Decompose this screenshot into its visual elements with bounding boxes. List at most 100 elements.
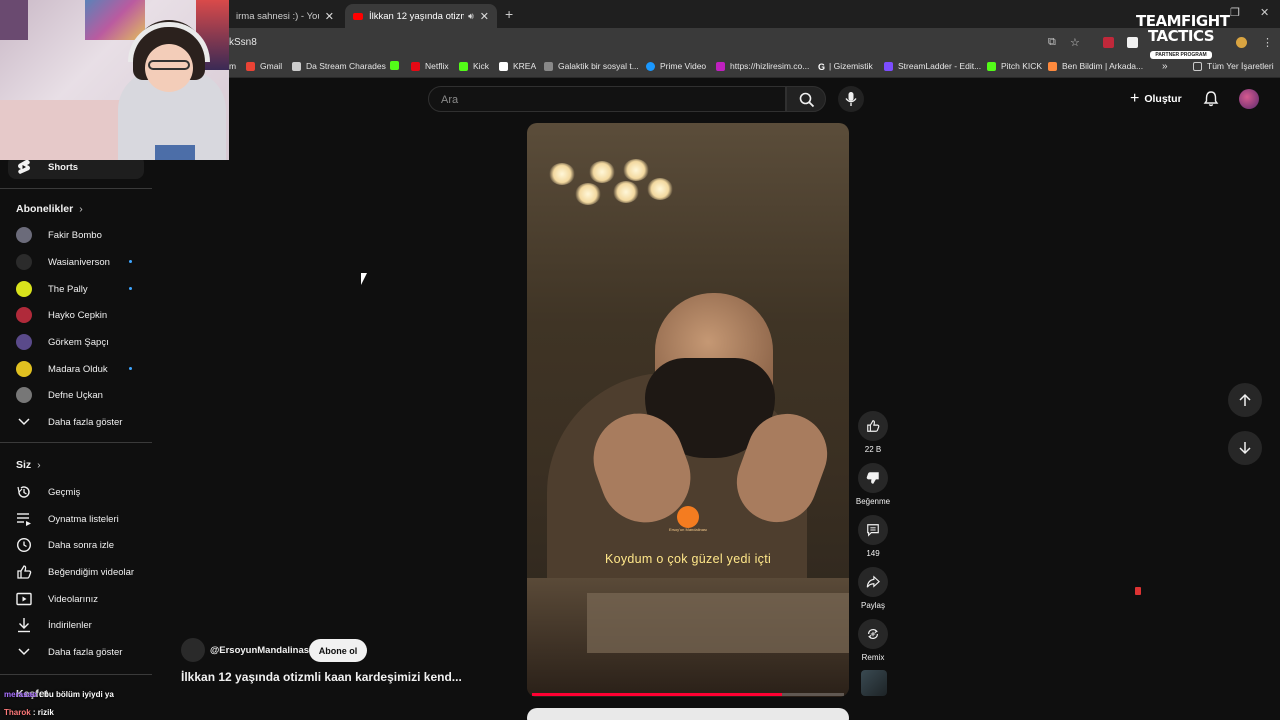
new-content-dot <box>129 287 132 290</box>
sidebar-item-label: Beğendiğim videolar <box>48 566 135 578</box>
show-more-label: Daha fazla göster <box>48 416 123 428</box>
sidebar-item-subscription[interactable]: Defne Uçkan <box>16 387 146 403</box>
bookmark-favicon-icon <box>716 61 725 71</box>
bookmark-label: Gmail <box>260 61 283 71</box>
video-progress-bar[interactable] <box>532 693 844 696</box>
tab-title: İlkkan 12 yaşında otizmli kaa <box>369 10 464 22</box>
sidebar-item-your-videos[interactable]: Videolarınız <box>16 591 146 607</box>
new-content-dot <box>129 260 132 263</box>
profile-icon[interactable] <box>1236 37 1247 48</box>
short-video-player[interactable]: Ersoy'un Mandalinası Koydum o çok güzel … <box>527 123 849 697</box>
sidebar-item-downloads[interactable]: İndirilenler <box>16 617 146 633</box>
channel-avatar[interactable] <box>181 638 205 662</box>
bookmark-item[interactable]: G | Gizemistik <box>818 61 873 72</box>
next-short-button[interactable] <box>1228 431 1262 465</box>
share-button[interactable]: Paylaş <box>857 567 889 610</box>
browser-tab[interactable]: irma sahnesi :) - YouTube ✕ <box>228 4 342 28</box>
chevron-right-icon: › <box>37 459 41 471</box>
extension-icon[interactable] <box>1103 37 1114 48</box>
sidebar-item-label: Shorts <box>48 161 79 173</box>
restore-window-icon[interactable]: ❐ <box>1230 6 1240 19</box>
channel-name: Wasianiverson <box>48 256 110 268</box>
chandelier-light <box>623 159 649 181</box>
sidebar-item-shorts-row[interactable]: Shorts <box>16 159 146 175</box>
sidebar-item-subscription[interactable]: Madara Olduk <box>16 361 146 377</box>
account-avatar[interactable] <box>1239 89 1259 109</box>
chat-text: bu bölüm iyiydi ya <box>44 690 114 699</box>
create-label: Oluştur <box>1144 93 1182 105</box>
subscriptions-heading[interactable]: Abonelikler › <box>16 203 83 215</box>
netflix-icon <box>411 61 420 71</box>
bookmark-label: Netflix <box>425 61 449 71</box>
show-more-subscriptions[interactable]: Daha fazla göster <box>16 414 146 430</box>
bookmark-item[interactable]: StreamLadder - Edit... <box>884 61 981 71</box>
bookmark-item[interactable]: Pitch KICK <box>987 61 1042 71</box>
sound-thumbnail[interactable] <box>861 670 887 696</box>
url-field[interactable]: kSsn8 <box>229 37 257 48</box>
bookmark-star-icon[interactable]: ☆ <box>1070 36 1080 49</box>
subscribe-button[interactable]: Abone ol <box>309 639 367 662</box>
chandelier-light <box>575 183 601 205</box>
dislike-button[interactable]: Beğenme <box>856 463 890 506</box>
share-label: Paylaş <box>860 601 885 610</box>
notifications-bell-icon[interactable] <box>1202 90 1220 108</box>
chandelier-light <box>549 163 575 185</box>
sidebar-item-history[interactable]: Geçmiş <box>16 484 146 500</box>
bookmark-item[interactable]: Kick <box>459 61 489 71</box>
bookmark-item[interactable]: https://hizliresim.co... <box>716 61 809 71</box>
comments-button[interactable]: 149 <box>857 515 889 558</box>
google-icon: G <box>818 61 826 72</box>
sidebar-item-subscription[interactable]: Hayko Cepkin <box>16 307 146 323</box>
bookmark-item[interactable]: Galaktik bir sosyal t... <box>544 61 639 71</box>
next-short-preview[interactable] <box>527 708 849 720</box>
close-tab-icon[interactable]: ✕ <box>480 10 489 23</box>
short-title[interactable]: İlkkan 12 yaşında otizmli kaan kardeşimi… <box>181 670 481 684</box>
speaker-icon[interactable]: 🔊︎ <box>468 11 474 22</box>
chandelier-light <box>589 161 615 183</box>
sidebar-item-subscription[interactable]: The Pally <box>16 281 146 297</box>
chandelier-light <box>613 181 639 203</box>
comment-icon <box>858 515 888 545</box>
browser-tab-active[interactable]: İlkkan 12 yaşında otizmli kaa 🔊︎ ✕ <box>345 4 497 28</box>
sidebar-divider <box>0 674 152 675</box>
previous-short-button[interactable] <box>1228 383 1262 417</box>
sidebar-item-subscription[interactable]: Fakir Bombo <box>16 227 146 243</box>
remix-button[interactable]: Remix <box>857 619 889 662</box>
share-icon <box>858 567 888 597</box>
like-button[interactable]: 22 B <box>857 411 889 454</box>
bookmark-item[interactable]: Netflix <box>411 61 449 71</box>
bookmark-item[interactable]: Ben Bildim | Arkada... <box>1048 61 1143 71</box>
menu-kebab-icon[interactable]: ⋮ <box>1262 36 1273 49</box>
create-button[interactable]: + Oluştur <box>1130 90 1182 108</box>
channel-handle[interactable]: @ErsoyunMandalinasi <box>210 645 312 656</box>
all-bookmarks-button[interactable]: Tüm Yer İşaretleri <box>1193 61 1274 71</box>
comment-count: 149 <box>866 549 880 558</box>
sidebar-item-subscription[interactable]: Görkem Şapçı <box>16 334 146 350</box>
bookmark-item[interactable]: Gmail <box>246 61 282 71</box>
channel-avatar <box>16 387 32 403</box>
more-bookmarks-button[interactable]: » <box>1162 61 1168 72</box>
sidebar-item-liked-videos[interactable]: Beğendiğim videolar <box>16 564 146 580</box>
sidebar-item-label: Geçmiş <box>48 486 81 498</box>
you-heading[interactable]: Siz › <box>16 459 41 471</box>
channel-name: Madara Olduk <box>48 363 108 375</box>
bookmark-item[interactable]: Prime Video <box>646 61 706 71</box>
wall-poster <box>85 0 145 40</box>
sidebar-item-subscription[interactable]: Wasianiverson <box>16 254 146 270</box>
search-input[interactable]: Ara <box>428 86 786 112</box>
sidebar-item-playlists[interactable]: Oynatma listeleri <box>16 511 146 527</box>
sidebar-item-watch-later[interactable]: Daha sonra izle <box>16 537 146 553</box>
bookmark-item[interactable]: Da Stream Charades <box>292 61 386 71</box>
close-tab-icon[interactable]: ✕ <box>325 10 334 23</box>
bookmark-item[interactable] <box>390 61 404 70</box>
channel-avatar <box>16 281 32 297</box>
bookmark-item[interactable]: m <box>229 61 236 71</box>
install-app-icon[interactable]: ⧉ <box>1048 36 1056 49</box>
channel-avatar <box>16 254 32 270</box>
bookmark-item[interactable]: KREA <box>499 61 536 71</box>
search-button[interactable] <box>786 86 826 112</box>
new-tab-button[interactable]: + <box>505 6 513 22</box>
close-window-icon[interactable]: ✕ <box>1260 6 1269 19</box>
voice-search-button[interactable] <box>838 86 864 112</box>
show-more-you[interactable]: Daha fazla göster <box>16 644 146 660</box>
